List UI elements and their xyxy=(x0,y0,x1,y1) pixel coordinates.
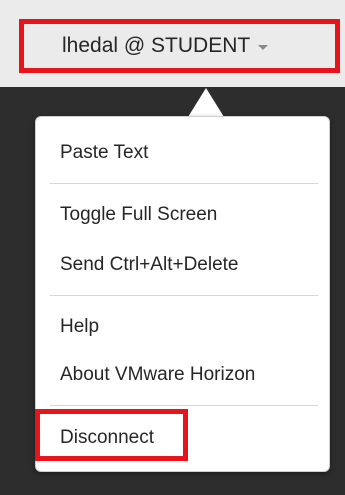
menu-item-paste-text[interactable]: Paste Text xyxy=(60,141,148,165)
top-bar: lhedal @ STUDENT xyxy=(0,0,345,87)
menu-divider xyxy=(50,295,318,296)
menu-item-send-ctrl-alt-delete[interactable]: Send Ctrl+Alt+Delete xyxy=(60,253,239,277)
menu-item-about[interactable]: About VMware Horizon xyxy=(60,363,255,387)
caret-down-icon xyxy=(258,44,269,50)
menu-item-toggle-full-screen[interactable]: Toggle Full Screen xyxy=(60,203,217,227)
menu-divider xyxy=(50,405,318,406)
user-label: lhedal @ STUDENT xyxy=(62,34,251,57)
user-menu-button[interactable]: lhedal @ STUDENT xyxy=(19,19,340,73)
menu-item-disconnect[interactable]: Disconnect xyxy=(60,426,154,450)
dropdown-menu: Paste Text Toggle Full Screen Send Ctrl+… xyxy=(35,116,330,472)
menu-divider xyxy=(50,183,318,184)
menu-item-help[interactable]: Help xyxy=(60,315,99,339)
menu-pointer-arrow xyxy=(188,88,224,117)
